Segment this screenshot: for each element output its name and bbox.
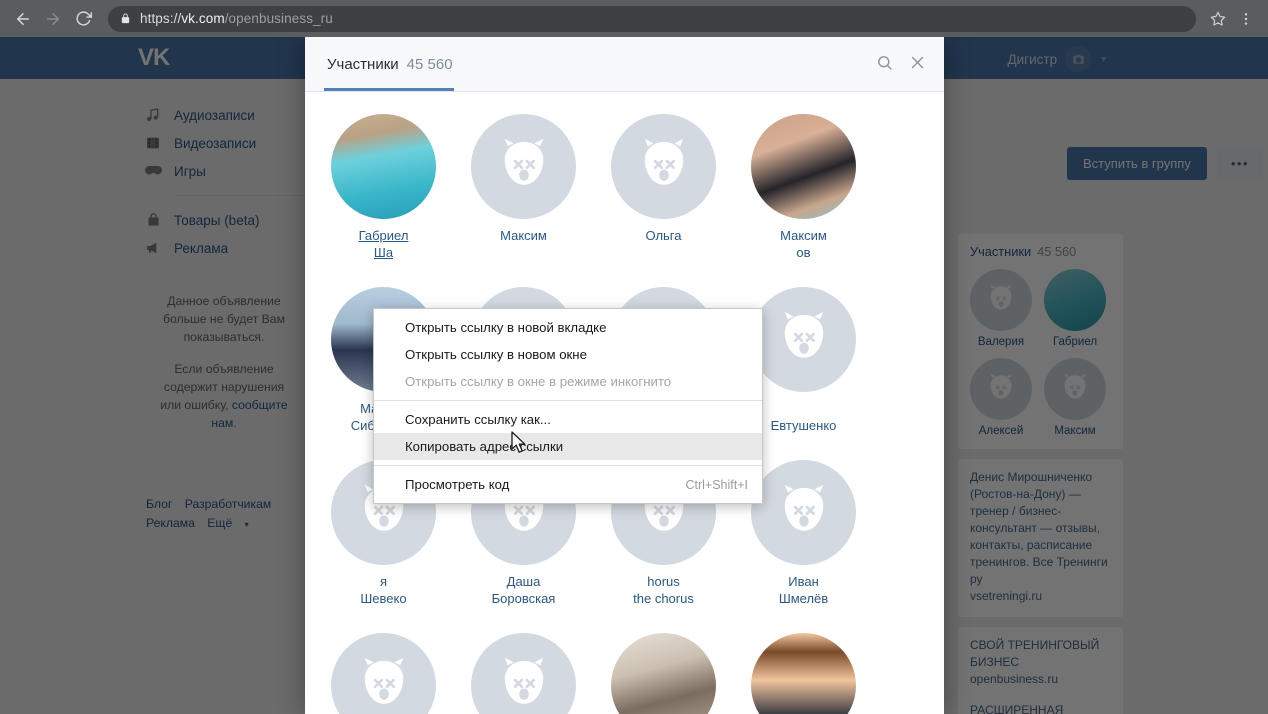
context-menu-item[interactable]: Открыть ссылку в новом окне xyxy=(374,341,762,368)
member-card[interactable]: НурланМаханов xyxy=(471,633,576,714)
member-card[interactable]: Ольга xyxy=(611,114,716,261)
lock-icon xyxy=(120,12,131,25)
forward-arrow-icon xyxy=(38,4,68,34)
address-bar[interactable]: https://vk.com/openbusiness_ru xyxy=(108,5,1196,32)
menu-item-label: Открыть ссылку в окне в режиме инкогнито xyxy=(405,374,672,389)
menu-item-shortcut: Ctrl+Shift+I xyxy=(685,477,748,492)
tab-count: 45 560 xyxy=(406,55,453,73)
member-name[interactable]: Максим ов xyxy=(751,227,856,261)
browser-toolbar: https://vk.com/openbusiness_ru xyxy=(0,0,1268,37)
placeholder-dog-icon xyxy=(504,657,543,704)
member-name[interactable]: я Шевеко xyxy=(331,573,436,607)
menu-item-label: Открыть ссылку в новом окне xyxy=(405,347,587,362)
tab-members[interactable]: Участники 45 560 xyxy=(327,37,453,92)
modal-header-icons xyxy=(876,37,926,92)
member-card[interactable]: Габриел Ша xyxy=(331,114,436,261)
context-menu-item[interactable]: Сохранить ссылку как... xyxy=(374,406,762,433)
avatar[interactable] xyxy=(611,633,716,714)
avatar[interactable] xyxy=(751,114,856,219)
member-card[interactable]: Иван Шмелёв xyxy=(751,460,856,607)
url-scheme: https:// xyxy=(140,11,182,26)
context-menu-item[interactable]: Открыть ссылку в новой вкладке xyxy=(374,314,762,341)
menu-item-label: Открыть ссылку в новой вкладке xyxy=(405,320,607,335)
back-arrow-icon[interactable] xyxy=(8,4,38,34)
avatar[interactable] xyxy=(471,114,576,219)
member-card[interactable]: Максим ов xyxy=(751,114,856,261)
member-card[interactable] xyxy=(751,633,856,714)
avatar[interactable] xyxy=(471,633,576,714)
context-menu-item: Открыть ссылку в окне в режиме инкогнито xyxy=(374,368,762,395)
member-name[interactable]: Евтушенко xyxy=(751,400,856,434)
member-name[interactable]: Максим xyxy=(471,227,576,261)
reload-icon[interactable] xyxy=(68,4,98,34)
member-card[interactable]: АлексейИванов xyxy=(331,633,436,714)
placeholder-dog-icon xyxy=(784,484,823,531)
context-menu-item[interactable]: Копировать адрес ссылки xyxy=(374,433,762,460)
placeholder-dog-icon xyxy=(504,138,543,185)
avatar[interactable] xyxy=(331,633,436,714)
avatar[interactable] xyxy=(751,460,856,565)
three-dot-menu-icon[interactable] xyxy=(1232,5,1260,33)
tab-label: Участники xyxy=(327,55,399,73)
placeholder-dog-icon xyxy=(364,657,403,704)
url-path: /openbusiness_ru xyxy=(224,11,333,26)
vk-page: VK Поиск Дигистр ▼ Аудиозаписи xyxy=(0,37,1268,714)
avatar[interactable] xyxy=(751,633,856,714)
avatar[interactable] xyxy=(611,114,716,219)
placeholder-dog-icon xyxy=(644,138,683,185)
url-domain: vk.com xyxy=(181,11,225,26)
menu-item-label: Просмотреть код xyxy=(405,477,510,492)
menu-separator xyxy=(374,400,762,401)
member-name[interactable]: Ольга xyxy=(611,227,716,261)
avatar[interactable] xyxy=(751,287,856,392)
context-menu-item[interactable]: Просмотреть код Ctrl+Shift+I xyxy=(374,471,762,498)
menu-separator xyxy=(374,465,762,466)
tab-active-underline xyxy=(324,88,454,91)
search-magnifier-icon[interactable] xyxy=(876,54,893,76)
bookmark-star-icon[interactable] xyxy=(1204,5,1232,33)
avatar[interactable] xyxy=(331,114,436,219)
close-x-icon[interactable] xyxy=(909,54,926,76)
member-card[interactable]: SergeyTokarev xyxy=(611,633,716,714)
menu-item-label: Сохранить ссылку как... xyxy=(405,412,551,427)
member-name[interactable]: Габриел Ша xyxy=(331,227,436,261)
member-card[interactable]: Максим xyxy=(471,114,576,261)
member-name[interactable]: Иван Шмелёв xyxy=(751,573,856,607)
member-name[interactable]: horus the chorus xyxy=(611,573,716,607)
browser-context-menu: Открыть ссылку в новой вкладке Открыть сс… xyxy=(373,308,763,504)
menu-item-label: Копировать адрес ссылки xyxy=(405,439,564,454)
member-card[interactable]: Евтушенко xyxy=(751,287,856,434)
url-text: https://vk.com/openbusiness_ru xyxy=(140,11,333,26)
modal-header: Участники 45 560 xyxy=(305,37,944,92)
placeholder-dog-icon xyxy=(784,311,823,358)
member-name[interactable]: Даша Боровская xyxy=(471,573,576,607)
